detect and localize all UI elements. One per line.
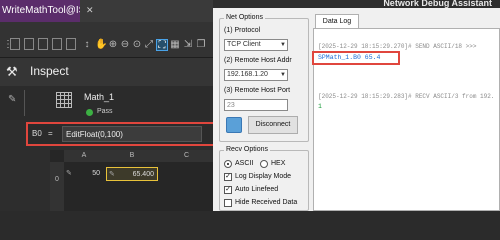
fit-selection-icon[interactable]: ⛶ bbox=[156, 39, 168, 51]
net-options-title: Net Options bbox=[224, 14, 265, 21]
column-header-c[interactable]: C bbox=[160, 150, 213, 162]
row-header-0[interactable]: 0 bbox=[50, 162, 64, 211]
frame-icon[interactable] bbox=[52, 38, 62, 50]
network-debug-window: Network Debug Assistant Net Options (1) … bbox=[213, 0, 500, 211]
highlight-box bbox=[312, 51, 400, 65]
hex-radio[interactable] bbox=[260, 160, 268, 168]
log-line: [2025-12-29 18:15:29.270]# SEND ASCII/18… bbox=[318, 43, 477, 50]
zoom-in-icon[interactable]: ⊕ bbox=[107, 39, 119, 51]
disconnect-button[interactable]: Disconnect bbox=[248, 116, 298, 134]
spreadsheet: A B C 0 ✎ 50 ✎ 65.400 bbox=[50, 150, 213, 211]
data-log-area: Data Log [2025-12-29 18:15:29.270]# SEND… bbox=[312, 12, 500, 211]
protocol-select[interactable]: TCP Client ▼ bbox=[224, 39, 288, 51]
log-data: 1 bbox=[318, 103, 322, 110]
edit-icon[interactable]: ✎ bbox=[8, 94, 16, 105]
cell-b0[interactable]: ✎ 65.400 bbox=[106, 167, 158, 181]
inspect-tool-window: WriteMathTool@IS2... ✕ ⋮ ↕ ✋ ⊕ ⊖ ⊙ ⤢ ⛶ ▦… bbox=[0, 0, 213, 211]
layers-icon[interactable]: ❐ bbox=[195, 39, 207, 51]
zoom-100-icon[interactable]: ⊙ bbox=[131, 39, 143, 51]
window-title: Network Debug Assistant bbox=[383, 0, 492, 8]
column-header-a[interactable]: A bbox=[64, 150, 104, 162]
frame-icon[interactable] bbox=[10, 38, 20, 50]
cell-a0[interactable]: 50 bbox=[80, 167, 100, 181]
fit-icon[interactable]: ⤢ bbox=[143, 39, 155, 51]
log-line: [2025-12-29 18:15:29.283]# RECV ASCII/3 … bbox=[318, 93, 495, 100]
chevron-down-icon: ▼ bbox=[280, 42, 286, 48]
document-tab[interactable]: WriteMathTool@IS2... bbox=[0, 0, 80, 22]
arrow-icon[interactable]: ↕ bbox=[81, 39, 93, 51]
spreadsheet-icon bbox=[56, 92, 72, 108]
wrench-icon: ⚒ bbox=[6, 64, 18, 79]
protocol-value: TCP Client bbox=[227, 41, 261, 48]
remote-port-input[interactable] bbox=[224, 99, 288, 111]
auto-linefeed-label: Auto Linefeed bbox=[235, 186, 279, 193]
inspect-header: ⚒ Inspect bbox=[0, 58, 213, 86]
tab-data-log[interactable]: Data Log bbox=[315, 14, 359, 28]
zoom-out-icon[interactable]: ⊖ bbox=[119, 39, 131, 51]
status-text: Pass bbox=[97, 108, 113, 115]
frame-icon[interactable] bbox=[24, 38, 34, 50]
grid-icon[interactable]: ▦ bbox=[169, 39, 181, 51]
toolbar: ⋮ ↕ ✋ ⊕ ⊖ ⊙ ⤢ ⛶ ▦ ⇲ ❐ bbox=[0, 22, 213, 58]
ascii-radio[interactable] bbox=[224, 160, 232, 168]
remote-host-label: (2) Remote Host Addr bbox=[224, 57, 292, 64]
hide-received-checkbox[interactable] bbox=[224, 199, 232, 207]
data-log-panel[interactable]: [2025-12-29 18:15:29.270]# SEND ASCII/18… bbox=[312, 28, 500, 211]
edit-icon: ✎ bbox=[109, 171, 115, 178]
tool-row: ✎ Math_1 Pass bbox=[0, 86, 213, 120]
status-dot-icon bbox=[86, 109, 93, 116]
hand-icon[interactable]: ✋ bbox=[95, 39, 107, 51]
close-tab-icon[interactable]: ✕ bbox=[86, 5, 96, 15]
expand-icon[interactable]: ⇲ bbox=[182, 39, 194, 51]
protocol-label: (1) Protocol bbox=[224, 27, 261, 34]
ascii-label: ASCII bbox=[235, 160, 254, 167]
cell-reference: B0 bbox=[32, 129, 42, 138]
auto-linefeed-checkbox[interactable]: ✓ bbox=[224, 186, 232, 194]
left-titlebar: WriteMathTool@IS2... ✕ bbox=[0, 0, 213, 22]
hide-received-label: Hide Received Data bbox=[235, 199, 298, 206]
inspect-title: Inspect bbox=[30, 64, 69, 78]
log-display-checkbox[interactable]: ✓ bbox=[224, 173, 232, 181]
remote-port-label: (3) Remote Host Port bbox=[224, 87, 291, 94]
hex-label: HEX bbox=[271, 160, 286, 167]
remote-host-select[interactable]: 192.168.1.20 ▼ bbox=[224, 69, 288, 81]
recv-options-title: Recv Options bbox=[224, 146, 271, 153]
edit-icon[interactable]: ✎ bbox=[66, 167, 76, 181]
column-header-b[interactable]: B bbox=[104, 150, 160, 162]
divider bbox=[24, 90, 25, 116]
chevron-down-icon: ▼ bbox=[280, 72, 286, 78]
recv-options-group: Recv Options ASCII HEX ✓ Log Display Mod… bbox=[219, 146, 309, 211]
right-titlebar: Network Debug Assistant bbox=[213, 0, 500, 8]
equals-sign: = bbox=[48, 129, 53, 138]
log-display-label: Log Display Mode bbox=[235, 173, 292, 180]
frame-icon[interactable] bbox=[38, 38, 48, 50]
tool-name: Math_1 bbox=[84, 92, 115, 102]
formula-bar: B0 = bbox=[26, 122, 213, 146]
cell-b0-value: 65.400 bbox=[132, 171, 154, 178]
frame-icon[interactable] bbox=[66, 38, 76, 50]
net-options-group: Net Options (1) Protocol TCP Client ▼ (2… bbox=[219, 14, 309, 142]
formula-input[interactable] bbox=[62, 126, 202, 142]
remote-host-value: 192.168.1.20 bbox=[227, 71, 268, 78]
network-icon bbox=[226, 117, 242, 133]
